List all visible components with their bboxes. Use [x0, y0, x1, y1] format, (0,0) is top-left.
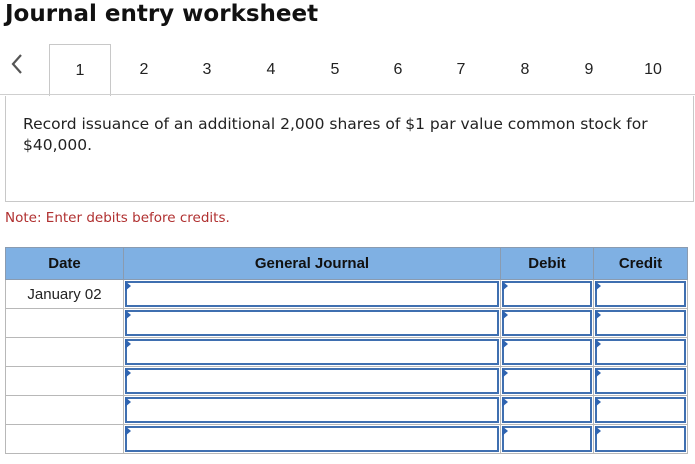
tab-2[interactable]: 2	[113, 44, 175, 95]
table-row	[5, 395, 688, 425]
credit-cell	[593, 395, 688, 425]
account-input[interactable]	[125, 281, 499, 307]
credit-cell	[593, 279, 688, 309]
tab-9[interactable]: 9	[558, 44, 620, 95]
tab-6[interactable]: 6	[367, 44, 429, 95]
table-row	[5, 337, 688, 367]
date-cell	[5, 337, 124, 367]
tab-1[interactable]: 1	[49, 44, 111, 96]
debit-input[interactable]	[502, 281, 592, 307]
journal-table: Date General Journal Debit Credit Januar…	[5, 247, 688, 454]
debit-cell	[500, 337, 594, 367]
account-input[interactable]	[125, 426, 499, 452]
column-header-debit: Debit	[500, 247, 594, 280]
debit-cell	[500, 308, 594, 338]
chevron-left-icon[interactable]	[6, 52, 28, 76]
credit-input[interactable]	[595, 426, 686, 452]
account-input[interactable]	[125, 368, 499, 394]
debit-input[interactable]	[502, 397, 592, 423]
credit-cell	[593, 308, 688, 338]
debit-cell	[500, 424, 594, 454]
account-cell	[123, 424, 501, 454]
date-cell	[5, 366, 124, 396]
tab-5[interactable]: 5	[304, 44, 366, 95]
account-input[interactable]	[125, 339, 499, 365]
credit-cell	[593, 424, 688, 454]
debit-input[interactable]	[502, 310, 592, 336]
entry-tab-bar: 1 2 3 4 5 6 7 8 9 10	[0, 44, 695, 96]
debit-input[interactable]	[502, 426, 592, 452]
tab-8[interactable]: 8	[494, 44, 556, 95]
account-cell	[123, 395, 501, 425]
journal-header-row: Date General Journal Debit Credit	[5, 247, 688, 280]
table-row	[5, 366, 688, 396]
tab-divider	[0, 94, 695, 95]
date-cell	[5, 308, 124, 338]
tab-10[interactable]: 10	[622, 44, 684, 95]
debit-credit-note: Note: Enter debits before credits.	[5, 210, 230, 226]
account-cell	[123, 308, 501, 338]
column-header-credit: Credit	[593, 247, 688, 280]
table-row	[5, 308, 688, 338]
debit-input[interactable]	[502, 339, 592, 365]
debit-cell	[500, 366, 594, 396]
credit-input[interactable]	[595, 281, 686, 307]
date-cell: January 02	[5, 279, 124, 309]
account-cell	[123, 366, 501, 396]
table-row	[5, 424, 688, 454]
credit-cell	[593, 337, 688, 367]
debit-cell	[500, 279, 594, 309]
column-header-general-journal: General Journal	[123, 247, 501, 280]
account-input[interactable]	[125, 310, 499, 336]
credit-input[interactable]	[595, 397, 686, 423]
credit-input[interactable]	[595, 368, 686, 394]
debit-input[interactable]	[502, 368, 592, 394]
credit-cell	[593, 366, 688, 396]
worksheet-title: Journal entry worksheet	[5, 1, 319, 27]
date-cell	[5, 424, 124, 454]
tab-4[interactable]: 4	[240, 44, 302, 95]
date-cell	[5, 395, 124, 425]
account-cell	[123, 337, 501, 367]
credit-input[interactable]	[595, 339, 686, 365]
debit-cell	[500, 395, 594, 425]
column-header-date: Date	[5, 247, 124, 280]
table-row: January 02	[5, 279, 688, 309]
account-input[interactable]	[125, 397, 499, 423]
instruction-text: Record issuance of an additional 2,000 s…	[23, 115, 648, 154]
tab-3[interactable]: 3	[176, 44, 238, 95]
credit-input[interactable]	[595, 310, 686, 336]
account-cell	[123, 279, 501, 309]
tab-7[interactable]: 7	[430, 44, 492, 95]
instruction-panel: Record issuance of an additional 2,000 s…	[5, 96, 694, 202]
